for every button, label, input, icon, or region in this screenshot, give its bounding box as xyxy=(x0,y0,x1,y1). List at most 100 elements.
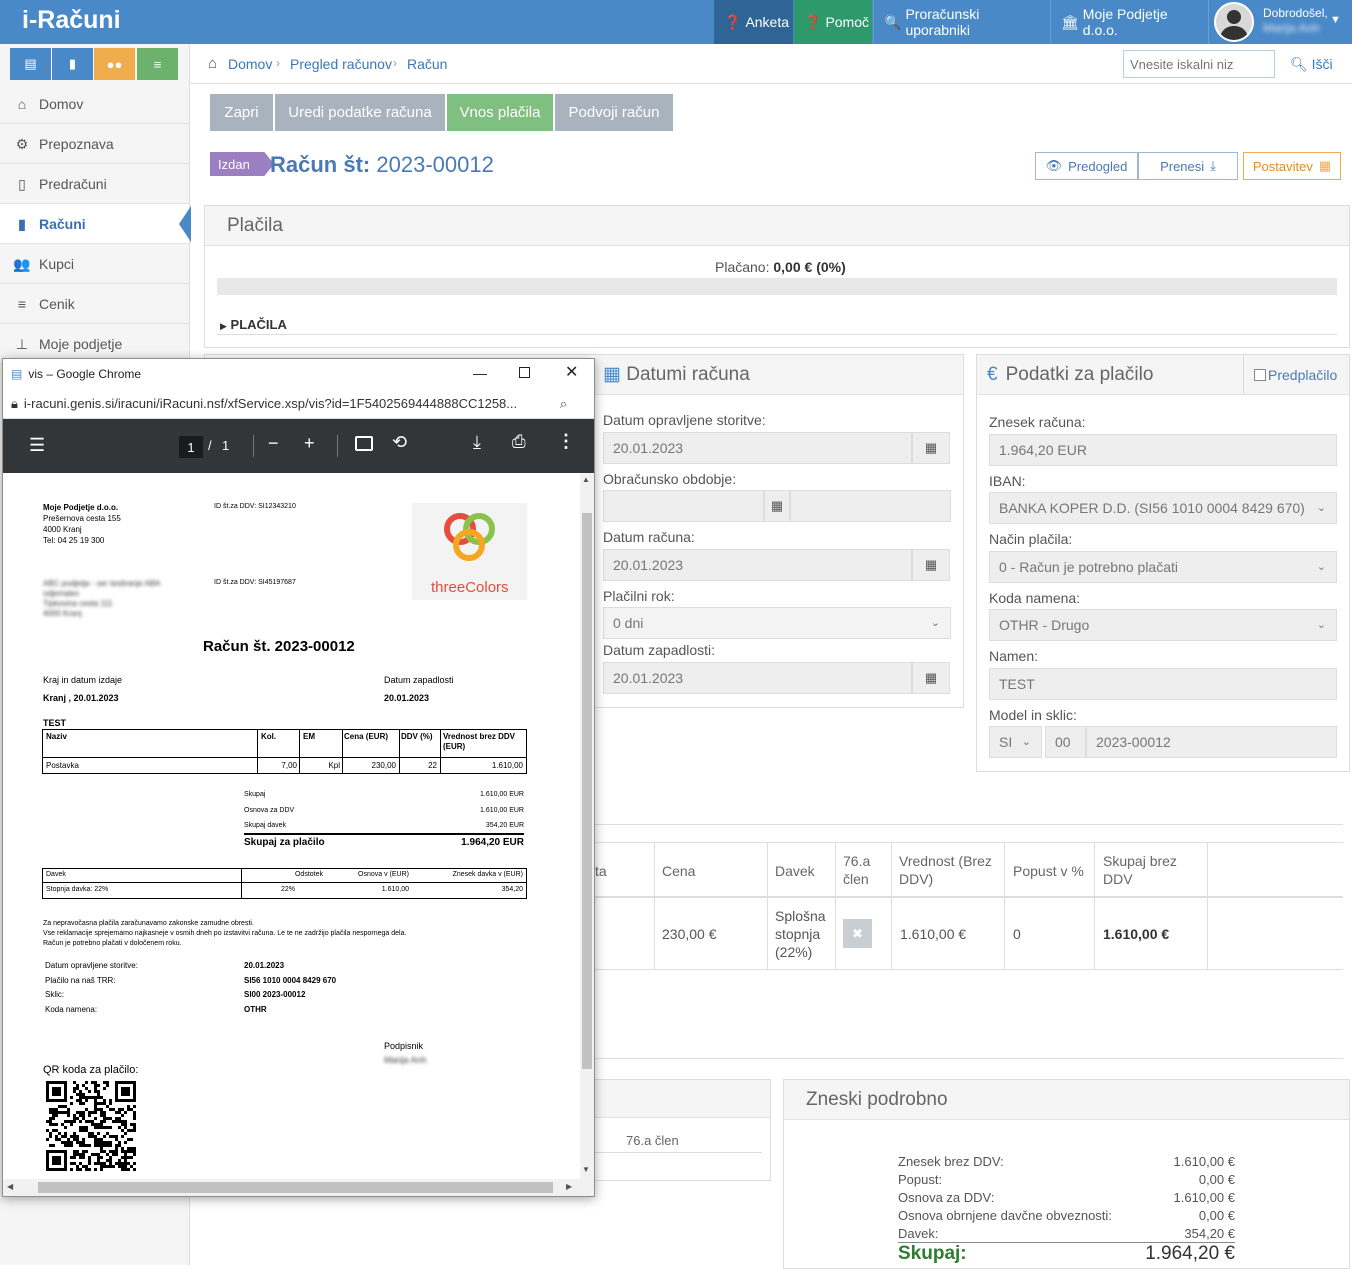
breadcrumb-invoices[interactable]: Pregled računov xyxy=(290,56,392,72)
help-button[interactable]: ❓ Pomoč xyxy=(794,0,872,44)
breadcrumb-home[interactable]: Domov xyxy=(228,56,272,72)
pdf-col: Osnova v (EUR) xyxy=(358,871,409,878)
iban-label: IBAN: xyxy=(989,473,1026,489)
scroll-up-icon[interactable]: ▲ xyxy=(582,475,590,484)
print-icon[interactable]: ⎙ xyxy=(512,432,526,452)
search-input[interactable] xyxy=(1123,50,1275,78)
sidebar-item-racuni[interactable]: ▮ Računi xyxy=(0,204,189,244)
divider xyxy=(595,1152,762,1153)
document-icon: ▮ xyxy=(18,215,26,232)
list-icon[interactable]: ≡ xyxy=(137,48,178,80)
zoom-icon[interactable]: ⌕ xyxy=(560,396,567,412)
minimize-icon[interactable]: — xyxy=(473,365,487,381)
payment-term-select[interactable]: 0 dni ⌄ xyxy=(603,607,951,639)
payments-toggle[interactable]: ▶ PLAČILA xyxy=(220,317,287,332)
sidebar-item-predracuni[interactable]: ▯ Predračuni xyxy=(0,164,189,204)
users-icon[interactable]: ●● xyxy=(94,48,135,80)
address-bar[interactable]: 🔒︎ i-racuni.genis.si/iracuni/iRacuni.nsf… xyxy=(3,389,594,419)
scroll-left-icon[interactable]: ◀ xyxy=(7,1182,13,1191)
due-date-label: Datum zapadlosti: xyxy=(603,642,716,658)
company-button[interactable]: 🏛 Moje Podjetje d.o.o. xyxy=(1050,0,1208,44)
scrollbar-thumb[interactable] xyxy=(38,1182,553,1193)
gears-icon: ⚙ xyxy=(15,135,29,152)
sidebar-item-domov[interactable]: ⌂ Domov xyxy=(0,84,189,124)
method-label: Način plačila: xyxy=(989,531,1073,547)
pdf-due-label: Datum zapadlosti xyxy=(384,675,454,685)
invoice-date-field[interactable]: 20.01.2023 xyxy=(603,549,912,581)
chrome-popup-window[interactable]: ▤ vis – Google Chrome — ✕ 🔒︎ i-racuni.ge… xyxy=(2,358,595,1197)
pdf-footer-notes: Za nepravočasna plačila zaračunavamo zak… xyxy=(43,920,407,947)
purpose-code-select[interactable]: OTHR - Drugo ⌄ xyxy=(989,609,1337,641)
model-select[interactable]: SI ⌄ xyxy=(989,726,1042,758)
pdf-info-labels: Datum opravljene storitve: Plačilo na na… xyxy=(45,961,138,1014)
fit-page-icon[interactable] xyxy=(355,436,373,451)
col-divider xyxy=(1207,842,1208,970)
vertical-scrollbar[interactable]: ▲ ▼ xyxy=(580,473,594,1179)
close-button[interactable]: Zapri xyxy=(210,94,273,131)
duplicate-invoice-button[interactable]: Podvoji račun xyxy=(555,94,673,131)
row-discount: 0 xyxy=(1013,926,1021,942)
preview-button[interactable]: 👁 Predogled xyxy=(1035,152,1138,180)
chevron-down-icon[interactable]: ▼ xyxy=(1330,14,1341,26)
iban-select[interactable]: BANKA KOPER D.D. (SI56 1010 0004 8429 67… xyxy=(989,492,1337,524)
calendar-icon[interactable]: ▦ xyxy=(912,432,950,464)
reference-field[interactable]: 2023-00012 xyxy=(1086,726,1337,758)
layout-button[interactable]: Postavitev ▦ xyxy=(1243,152,1341,180)
menu-icon[interactable]: ☰ xyxy=(29,435,45,456)
scroll-right-icon[interactable]: ▶ xyxy=(566,1182,572,1191)
close-icon[interactable]: ✕ xyxy=(565,362,578,382)
sidebar-item-cenik[interactable]: ≡ Cenik xyxy=(0,284,189,324)
period-label: Obračunsko obdobje: xyxy=(603,471,737,487)
enter-payment-button[interactable]: Vnos plačila xyxy=(447,94,553,131)
payment-progress-bar xyxy=(217,278,1337,295)
budget-users-button[interactable]: 🔍 Proračunski uporabniki xyxy=(873,0,1049,44)
payments-panel: Plačila xyxy=(204,205,1350,348)
payment-method-select[interactable]: 0 - Račun je potrebno plačati ⌄ xyxy=(989,551,1337,583)
amounts-list: Znesek brez DDV: 1.610,00 € Popust: 0,00 €… xyxy=(898,1153,1235,1243)
home-icon[interactable]: ⌂ xyxy=(208,55,217,72)
page-number-input[interactable]: 1 xyxy=(179,436,203,458)
sidebar-item-prepoznava[interactable]: ⚙ Prepoznava xyxy=(0,124,189,164)
search-button[interactable]: 🔍︎ Išči xyxy=(1290,56,1333,73)
scrollbar-thumb[interactable] xyxy=(582,513,592,1069)
download-button[interactable]: Prenesi ⤓ xyxy=(1138,152,1238,180)
pdf-col: Odstotek xyxy=(294,871,323,878)
amount-field[interactable]: 1.964,20 EUR xyxy=(989,434,1337,466)
sidebar-item-kupci[interactable]: 👥 Kupci xyxy=(0,244,189,284)
breadcrumb-invoice[interactable]: Račun xyxy=(407,56,447,72)
period-from-field[interactable] xyxy=(603,490,764,522)
pdf-col: Vrednost brez DDV (EUR) xyxy=(443,732,516,751)
window-titlebar[interactable]: ▤ vis – Google Chrome xyxy=(3,359,594,389)
scroll-down-icon[interactable]: ▼ xyxy=(582,1165,590,1174)
pdf-signer: Marija Anh xyxy=(384,1055,427,1065)
zoom-in-icon[interactable]: + xyxy=(304,433,315,454)
invoice-p-icon[interactable]: ▤ xyxy=(10,48,51,80)
col-header-76a: 76.a člen xyxy=(843,853,871,887)
horizontal-scrollbar[interactable]: ◀ ▶ xyxy=(3,1179,594,1196)
prepayment-checkbox[interactable]: Predplačilo xyxy=(1243,355,1349,395)
calendar-icon[interactable]: ▦ xyxy=(912,549,950,581)
calendar-icon[interactable]: ▦ xyxy=(912,662,950,694)
chevron-right-icon: › xyxy=(276,56,280,70)
calendar-icon: ▦ xyxy=(603,364,621,385)
calendar-icon[interactable]: ▦ xyxy=(764,490,790,522)
service-date-field[interactable]: 20.01.2023 xyxy=(603,432,912,464)
checkbox-icon[interactable] xyxy=(1254,369,1266,381)
more-icon[interactable]: ⋮ xyxy=(557,431,575,452)
download-icon[interactable]: ⤓ xyxy=(473,432,481,453)
period-to-field[interactable] xyxy=(790,490,951,522)
rotate-icon[interactable]: ⟲ xyxy=(392,432,407,453)
payments-title: Plačila xyxy=(205,206,1349,246)
edit-invoice-button[interactable]: Uredi podatke računa xyxy=(275,94,445,131)
maximize-icon[interactable] xyxy=(519,367,530,378)
purpose-field[interactable]: TEST xyxy=(989,668,1337,700)
document-icon[interactable]: ▮ xyxy=(52,48,93,80)
zoom-out-icon[interactable]: − xyxy=(268,433,279,454)
due-date-field[interactable]: 20.01.2023 xyxy=(603,662,912,694)
pdf-signer-label: Podpisnik xyxy=(384,1041,424,1051)
anketa-button[interactable]: ❓ Anketa xyxy=(714,0,793,44)
close-icon[interactable]: ✖ xyxy=(843,919,872,948)
page-count: 1 xyxy=(222,438,230,453)
app-logo[interactable]: i-Računi xyxy=(22,6,121,35)
model-code-field[interactable]: 00 xyxy=(1045,726,1086,758)
